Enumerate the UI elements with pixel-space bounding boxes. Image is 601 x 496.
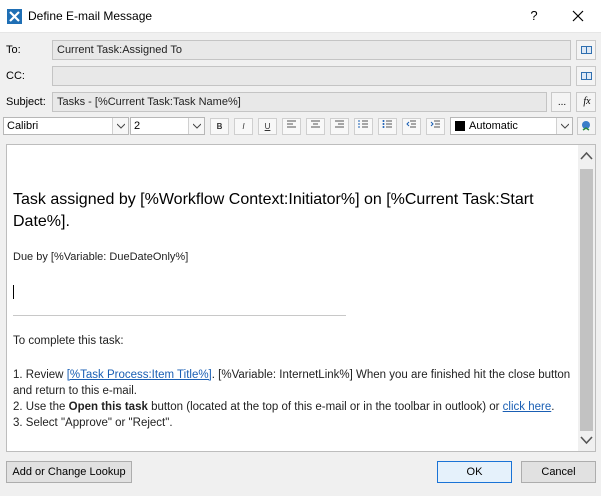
underline-button[interactable]: U	[258, 118, 277, 135]
window-title: Define E-mail Message	[28, 9, 153, 23]
color-swatch	[455, 121, 465, 131]
chevron-down-icon	[112, 118, 128, 134]
ellipsis-label: ...	[557, 97, 567, 108]
editor-scrollbar[interactable]	[578, 145, 595, 451]
to-field[interactable]: Current Task:Assigned To	[52, 40, 571, 60]
align-right-icon	[335, 120, 344, 128]
close-button[interactable]	[566, 4, 590, 28]
align-center-button[interactable]	[306, 118, 325, 135]
text-cursor	[13, 285, 14, 299]
to-label: To:	[6, 44, 21, 56]
align-left-button[interactable]	[282, 118, 301, 135]
subject-function-button[interactable]: fx	[576, 92, 596, 112]
cancel-button[interactable]: Cancel	[521, 461, 596, 483]
steps-list: 1. Review [%Task Process:Item Title%]. […	[13, 367, 573, 431]
step-1-prefix: 1. Review	[13, 369, 67, 381]
cc-label: CC:	[6, 70, 25, 82]
title-bar: Define E-mail Message ?	[0, 0, 601, 32]
step-2-end: .	[551, 401, 555, 413]
click-here-link[interactable]: click here	[503, 401, 552, 413]
step-2-suffix: button (located at the top of this e-mai…	[147, 401, 503, 413]
align-right-button[interactable]	[330, 118, 349, 135]
font-family-select[interactable]: Calibri	[3, 117, 129, 135]
scroll-down-icon[interactable]	[580, 435, 593, 445]
scroll-up-icon[interactable]	[580, 151, 593, 161]
increase-indent-icon	[430, 120, 440, 128]
font-color-value: Automatic	[469, 120, 518, 132]
chevron-down-icon	[556, 118, 572, 134]
dialog-body: To: Current Task:Assigned To CC: Subject…	[0, 32, 601, 496]
spellcheck-button[interactable]	[577, 117, 596, 135]
step-2-bold: Open this task	[68, 401, 148, 413]
font-color-select[interactable]: Automatic	[450, 117, 573, 135]
align-left-icon	[287, 120, 296, 128]
scrollbar-thumb[interactable]	[580, 169, 593, 431]
subject-label: Subject:	[6, 96, 46, 108]
add-change-lookup-button[interactable]: Add or Change Lookup	[6, 461, 132, 483]
function-icon: fx	[583, 96, 591, 107]
message-body-editor[interactable]: Task assigned by [%Workflow Context:Init…	[6, 144, 596, 452]
due-date-line: Due by [%Variable: DueDateOnly%]	[13, 251, 189, 263]
address-book-icon	[581, 46, 592, 54]
app-logo-icon	[7, 9, 22, 24]
numbered-list-button[interactable]	[354, 118, 373, 135]
body-heading: Task assigned by [%Workflow Context:Init…	[13, 191, 534, 230]
cc-field[interactable]	[52, 66, 571, 86]
subject-field[interactable]: Tasks - [%Current Task:Task Name%]	[52, 92, 547, 112]
help-button[interactable]: ?	[522, 4, 546, 28]
bullet-list-button[interactable]	[378, 118, 397, 135]
italic-button[interactable]: I	[234, 118, 253, 135]
increase-indent-button[interactable]	[426, 118, 445, 135]
font-size-select[interactable]: 2	[130, 117, 205, 135]
intro-text: To complete this task:	[13, 335, 124, 347]
ok-button[interactable]: OK	[437, 461, 512, 483]
close-icon	[572, 10, 584, 22]
bold-button[interactable]: B	[210, 118, 229, 135]
subject-browse-button[interactable]: ...	[551, 92, 571, 112]
decrease-indent-icon	[406, 120, 416, 128]
address-book-icon	[581, 72, 592, 80]
chevron-down-icon	[188, 118, 204, 134]
item-title-link[interactable]: [%Task Process:Item Title%]	[67, 369, 212, 381]
to-address-book-button[interactable]	[576, 40, 596, 60]
cc-address-book-button[interactable]	[576, 66, 596, 86]
numbered-list-icon	[358, 120, 368, 128]
decrease-indent-button[interactable]	[402, 118, 421, 135]
align-center-icon	[311, 120, 320, 128]
font-family-value: Calibri	[7, 120, 39, 132]
spellcheck-icon	[582, 121, 590, 131]
horizontal-rule	[13, 315, 346, 316]
step-1: 1. Review [%Task Process:Item Title%]. […	[13, 367, 573, 399]
step-2-prefix: 2. Use the	[13, 401, 69, 413]
bullet-list-icon	[382, 120, 392, 128]
step-2: 2. Use the Open this task button (locate…	[13, 399, 573, 415]
step-3: 3. Select "Approve" or "Reject".	[13, 417, 173, 429]
font-size-value: 2	[134, 120, 141, 132]
